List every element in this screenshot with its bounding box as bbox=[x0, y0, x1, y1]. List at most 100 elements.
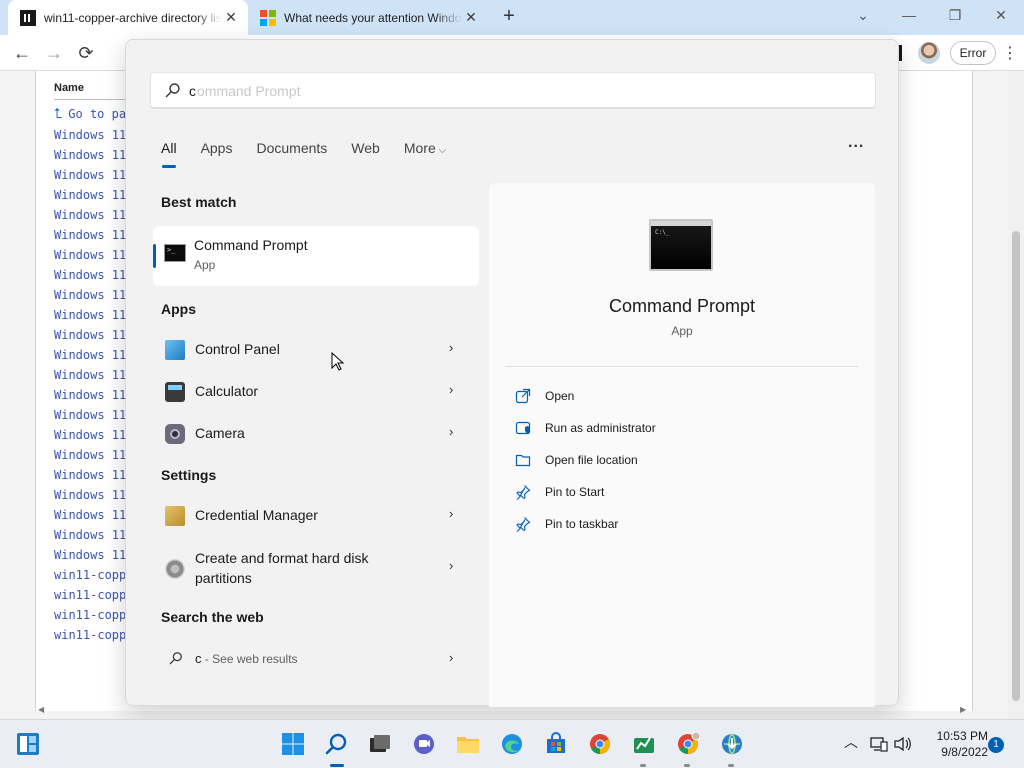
minimize-icon[interactable]: — bbox=[886, 0, 932, 30]
scroll-left-icon[interactable]: ◀ bbox=[38, 705, 44, 714]
search-icon bbox=[165, 83, 180, 98]
active-app-indicator bbox=[330, 764, 344, 767]
action-pin-to-start[interactable]: Pin to Start bbox=[513, 482, 813, 504]
app-item-camera[interactable]: Camera › bbox=[161, 414, 471, 454]
best-match-command-prompt[interactable]: Command Prompt App bbox=[153, 226, 479, 286]
best-match-name: Command Prompt bbox=[194, 237, 308, 253]
network-icon[interactable] bbox=[870, 736, 888, 752]
more-options-button[interactable]: ... bbox=[848, 134, 864, 152]
file-link[interactable]: Windows 11 bbox=[54, 287, 126, 307]
file-link[interactable]: Windows 11 bbox=[54, 307, 126, 327]
edge-icon[interactable] bbox=[500, 732, 524, 756]
reload-icon[interactable]: ⟳ bbox=[73, 40, 99, 66]
archive-favicon-icon bbox=[20, 9, 36, 26]
file-link[interactable]: Windows 11 bbox=[54, 127, 126, 147]
file-link[interactable]: Windows 11 bbox=[54, 187, 126, 207]
search-taskbar-icon[interactable] bbox=[325, 732, 349, 756]
chrome-profile-icon[interactable] bbox=[676, 732, 700, 756]
notification-badge[interactable]: 1 bbox=[988, 737, 1004, 753]
file-link[interactable]: Windows 11 bbox=[54, 507, 126, 527]
file-link[interactable]: win11-copp bbox=[54, 567, 126, 587]
file-link[interactable]: Windows 11 bbox=[54, 347, 126, 367]
file-explorer-icon[interactable] bbox=[456, 732, 480, 756]
file-link[interactable]: Windows 11 bbox=[54, 227, 126, 247]
search-web-heading: Search the web bbox=[161, 609, 264, 625]
chevron-right-icon[interactable]: › bbox=[449, 340, 453, 355]
forward-arrow-icon[interactable]: → bbox=[41, 40, 67, 66]
tab-more[interactable]: More ⌵ bbox=[404, 140, 447, 156]
action-label: Run as administrator bbox=[545, 421, 656, 435]
back-arrow-icon[interactable]: ← bbox=[9, 40, 35, 66]
tab-all[interactable]: All bbox=[161, 140, 177, 168]
file-link[interactable]: Windows 11 bbox=[54, 387, 126, 407]
search-typed-text: c bbox=[189, 83, 196, 99]
profile-avatar[interactable] bbox=[918, 42, 940, 64]
tab-close-icon[interactable]: ✕ bbox=[462, 9, 480, 27]
file-link[interactable]: win11-copp bbox=[54, 607, 126, 627]
tab-search-chevron-down-icon[interactable]: ⌄ bbox=[840, 0, 886, 30]
file-link[interactable]: Windows 11 bbox=[54, 407, 126, 427]
windows-start-icon[interactable] bbox=[281, 732, 305, 756]
volume-icon[interactable] bbox=[894, 736, 912, 752]
file-link[interactable]: win11-copp bbox=[54, 587, 126, 607]
search-input[interactable]: c ommand Prompt bbox=[150, 72, 876, 109]
file-link[interactable]: Windows 11 bbox=[54, 427, 126, 447]
tab-what-needs-attention[interactable]: What needs your attention Windo ✕ bbox=[252, 0, 488, 35]
internet-download-manager-icon[interactable] bbox=[720, 732, 744, 756]
file-link[interactable]: Windows 11 bbox=[54, 147, 126, 167]
chat-icon[interactable] bbox=[412, 732, 436, 756]
action-label: Open file location bbox=[545, 453, 638, 467]
file-link[interactable]: Windows 11 bbox=[54, 327, 126, 347]
restore-icon[interactable]: ❐ bbox=[932, 0, 978, 30]
chevron-down-icon: ⌵ bbox=[438, 145, 447, 156]
chevron-right-icon[interactable]: › bbox=[449, 650, 453, 665]
web-search-result[interactable]: c - See web results › bbox=[161, 643, 471, 673]
file-link[interactable]: win11-copp bbox=[54, 627, 126, 647]
chart-app-icon[interactable] bbox=[632, 732, 656, 756]
new-tab-button[interactable]: + bbox=[498, 6, 520, 28]
show-hidden-icons-chevron-up-icon[interactable]: ︿ bbox=[844, 732, 858, 752]
chevron-right-icon[interactable]: › bbox=[449, 558, 453, 573]
setting-item-disk-partitions[interactable]: Create and format hard disk partitions › bbox=[161, 546, 471, 592]
detail-divider bbox=[505, 366, 859, 367]
error-button[interactable]: Error bbox=[950, 41, 996, 65]
action-run-as-admin[interactable]: Run as administrator bbox=[513, 418, 813, 440]
file-link[interactable]: Windows 11 bbox=[54, 247, 126, 267]
tab-archive-directory[interactable]: win11-copper-archive directory lis ✕ bbox=[8, 0, 248, 35]
scrollbar-thumb[interactable] bbox=[1012, 231, 1020, 701]
tab-apps[interactable]: Apps bbox=[201, 140, 233, 156]
close-window-icon[interactable]: ✕ bbox=[978, 0, 1024, 30]
chevron-right-icon[interactable]: › bbox=[449, 506, 453, 521]
file-link[interactable]: Windows 11 bbox=[54, 367, 126, 387]
file-link[interactable]: Windows 11 bbox=[54, 487, 126, 507]
file-link[interactable]: Windows 11 bbox=[54, 167, 126, 187]
widgets-icon[interactable] bbox=[16, 732, 40, 756]
file-link[interactable]: Windows 11 bbox=[54, 527, 126, 547]
chevron-right-icon[interactable]: › bbox=[449, 382, 453, 397]
chrome-icon[interactable] bbox=[588, 732, 612, 756]
file-link[interactable]: Windows 11 bbox=[54, 447, 126, 467]
shield-icon bbox=[515, 421, 531, 435]
tab-documents[interactable]: Documents bbox=[256, 140, 327, 156]
running-app-indicator bbox=[640, 764, 646, 767]
app-item-calculator[interactable]: Calculator › bbox=[161, 372, 471, 412]
setting-item-credential-manager[interactable]: Credential Manager › bbox=[161, 496, 471, 536]
name-column-header[interactable]: Name bbox=[54, 82, 84, 94]
task-view-icon[interactable] bbox=[368, 732, 392, 756]
microsoft-store-icon[interactable] bbox=[544, 732, 568, 756]
file-link[interactable]: Windows 11 bbox=[54, 467, 126, 487]
file-link[interactable]: Windows 11 bbox=[54, 207, 126, 227]
file-link[interactable]: Windows 11 bbox=[54, 547, 126, 567]
scroll-right-icon[interactable]: ▶ bbox=[960, 705, 966, 714]
action-open-file-location[interactable]: Open file location bbox=[513, 450, 813, 472]
vertical-scrollbar[interactable] bbox=[1008, 71, 1024, 719]
tab-web[interactable]: Web bbox=[351, 140, 380, 156]
action-open[interactable]: Open bbox=[513, 386, 813, 408]
action-pin-to-taskbar[interactable]: Pin to taskbar bbox=[513, 514, 813, 536]
browser-menu-icon[interactable]: ⋮ bbox=[1002, 43, 1018, 63]
chevron-right-icon[interactable]: › bbox=[449, 424, 453, 439]
file-link[interactable]: Windows 11 bbox=[54, 267, 126, 287]
tab-close-icon[interactable]: ✕ bbox=[222, 9, 240, 27]
system-clock[interactable]: 10:53 PM 9/8/2022 bbox=[916, 728, 988, 760]
app-item-control-panel[interactable]: Control Panel › bbox=[161, 330, 471, 370]
